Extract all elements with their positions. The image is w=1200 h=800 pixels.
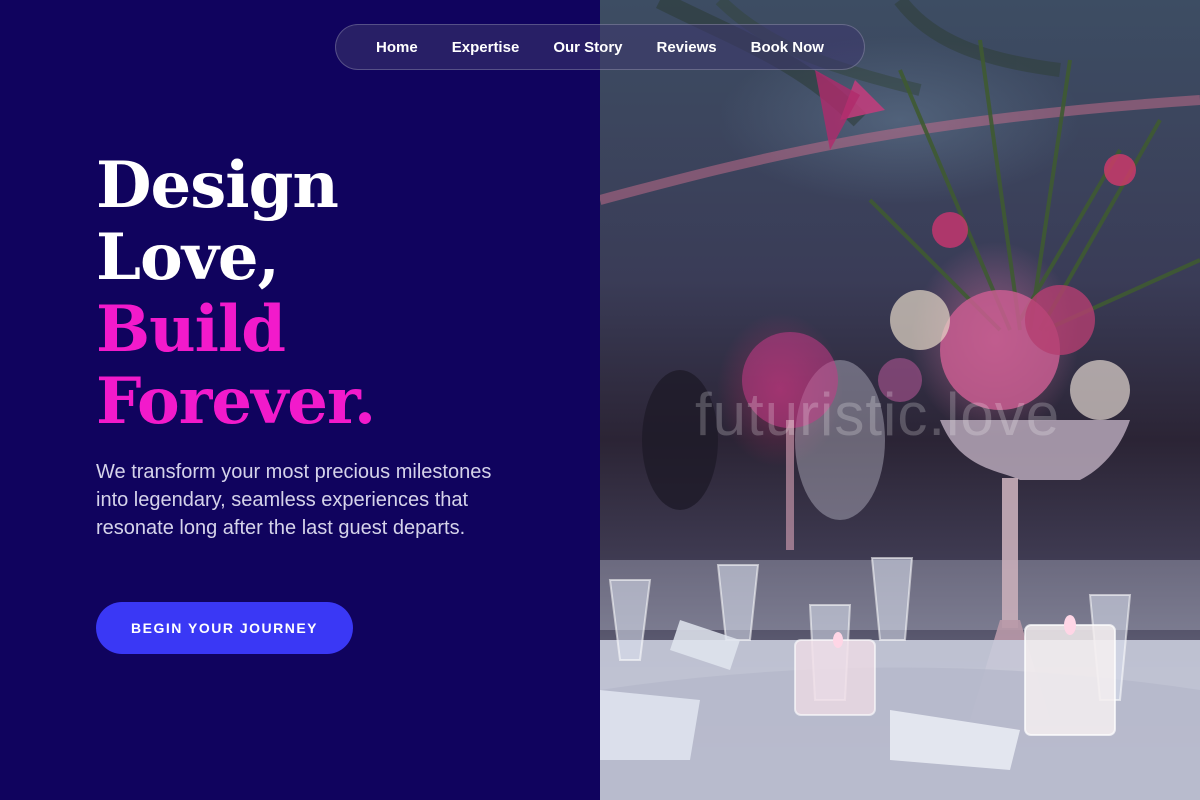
hero-description: We transform your most precious mileston… [96,461,492,539]
top-nav: Home Expertise Our Story Reviews Book No… [335,24,865,70]
nav-item-book-now[interactable]: Book Now [751,39,824,56]
begin-journey-button[interactable]: BEGIN YOUR JOURNEY [96,602,353,654]
watermark-text: futuristic.love [695,381,1061,448]
headline-line-2: Love, [96,220,280,295]
hero-headline: Design Love, Build Forever. [96,148,376,439]
nav-item-reviews[interactable]: Reviews [657,39,717,56]
headline-line-4: Forever. [96,364,376,439]
headline-line-3: Build [96,292,286,367]
nav-item-our-story[interactable]: Our Story [553,39,622,56]
nav-item-expertise[interactable]: Expertise [452,39,520,56]
nav-item-home[interactable]: Home [376,39,418,56]
headline-line-1: Design [96,148,339,223]
